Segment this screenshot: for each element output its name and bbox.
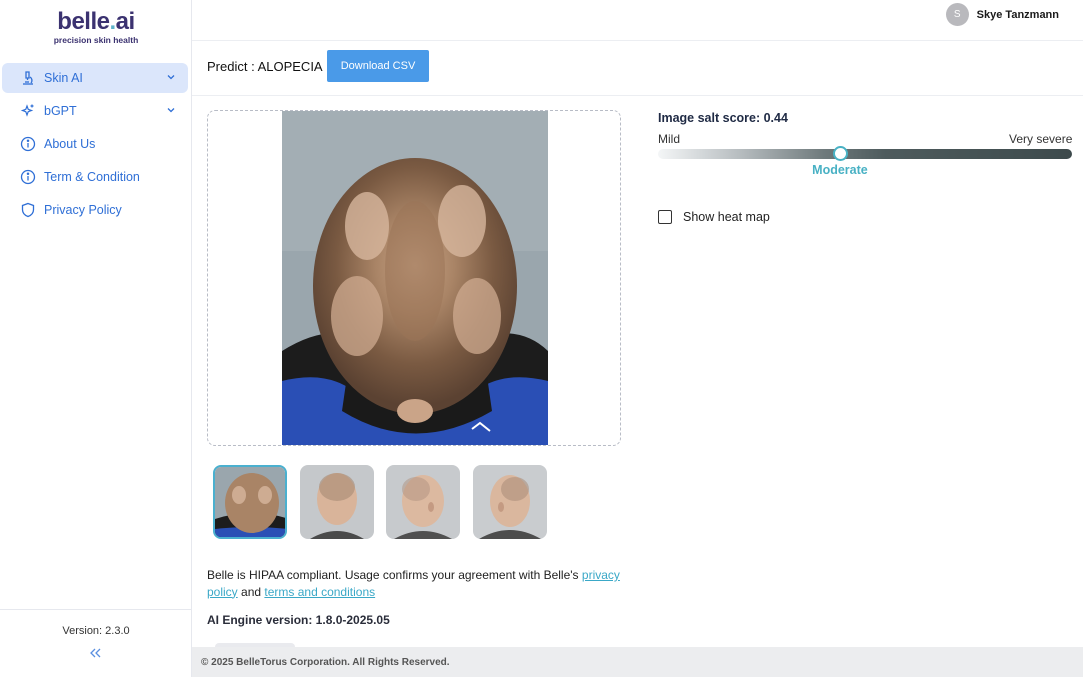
- download-csv-button[interactable]: Download CSV: [327, 50, 429, 82]
- sidebar-item-terms[interactable]: Term & Condition: [2, 162, 188, 192]
- sidebar-item-about-us[interactable]: About Us: [2, 129, 188, 159]
- hipaa-and-text: and: [237, 584, 265, 599]
- scale-min-label: Mild: [658, 132, 681, 146]
- page-footer: © 2025 BelleTorus Corporation. All Right…: [192, 647, 1083, 677]
- thumbnail-photo: [300, 465, 374, 539]
- double-chevron-left-icon[interactable]: [86, 645, 106, 661]
- app-version: Version: 2.3.0: [62, 625, 130, 637]
- thumbnail-image[interactable]: [386, 465, 460, 539]
- scalp-photo: [282, 111, 548, 445]
- info-icon: [20, 136, 36, 152]
- heat-map-checkbox[interactable]: [658, 210, 672, 224]
- salt-score-title: Image salt score: 0.44: [658, 111, 788, 125]
- sidebar-item-bgpt[interactable]: bGPT: [2, 96, 188, 126]
- sidebar-item-label: Privacy Policy: [44, 203, 122, 217]
- terms-link[interactable]: terms and conditions: [264, 585, 375, 599]
- severity-scale: [658, 146, 1072, 161]
- predict-bar: Predict : ALOPECIA Download CSV: [192, 41, 1083, 96]
- logo-wordmark: belle.ai: [57, 8, 135, 35]
- chevron-down-icon: [167, 108, 175, 113]
- thumbnail-photo: [386, 465, 460, 539]
- engine-version: AI Engine version: 1.8.0-2025.05: [207, 613, 390, 627]
- shield-icon: [21, 202, 35, 218]
- prediction-label: Predict : ALOPECIA: [207, 59, 323, 74]
- severity-level-label: Moderate: [812, 163, 868, 177]
- top-bar: S Skye Tanzmann: [192, 0, 1083, 41]
- sparkle-icon: [20, 104, 34, 117]
- scale-max-label: Very severe: [1009, 132, 1073, 146]
- logo-tagline: precision skin health: [53, 35, 139, 45]
- brand-logo[interactable]: belle.ai precision skin health: [0, 8, 192, 45]
- sidebar-item-skin-ai[interactable]: Skin AI: [2, 63, 188, 93]
- image-viewer[interactable]: [207, 110, 621, 446]
- thumbnail-image[interactable]: [473, 465, 547, 539]
- sidebar: belle.ai precision skin health Skin AI b…: [0, 0, 192, 677]
- heat-map-label: Show heat map: [683, 210, 770, 224]
- thumbnail-image[interactable]: [213, 465, 287, 539]
- copyright-text: © 2025 BelleTorus Corporation. All Right…: [201, 657, 450, 668]
- thumbnail-photo: [473, 465, 547, 539]
- user-menu[interactable]: S Skye Tanzmann: [945, 3, 1059, 26]
- sidebar-item-label: Term & Condition: [44, 170, 140, 184]
- user-name: Skye Tanzmann: [976, 8, 1059, 21]
- thumbnail-photo: [215, 467, 285, 537]
- avatar: S: [945, 3, 969, 26]
- sidebar-item-label: bGPT: [44, 104, 77, 118]
- sidebar-item-label: Skin AI: [44, 71, 83, 85]
- info-icon: [20, 169, 36, 185]
- chevron-down-icon: [167, 75, 175, 80]
- sidebar-item-privacy-policy[interactable]: Privacy Policy: [2, 195, 188, 225]
- sidebar-footer: Version: 2.3.0: [0, 609, 192, 677]
- microscope-icon: [23, 71, 33, 85]
- sidebar-nav: Skin AI bGPT About Us Term & Condition P…: [0, 63, 192, 228]
- heat-map-toggle[interactable]: Show heat map: [658, 210, 770, 224]
- thumbnail-image[interactable]: [300, 465, 374, 539]
- hipaa-text: Belle is HIPAA compliant. Usage confirms…: [207, 568, 582, 582]
- sidebar-item-label: About Us: [44, 137, 96, 151]
- severity-marker: [832, 146, 848, 161]
- hipaa-notice: Belle is HIPAA compliant. Usage confirms…: [207, 567, 627, 600]
